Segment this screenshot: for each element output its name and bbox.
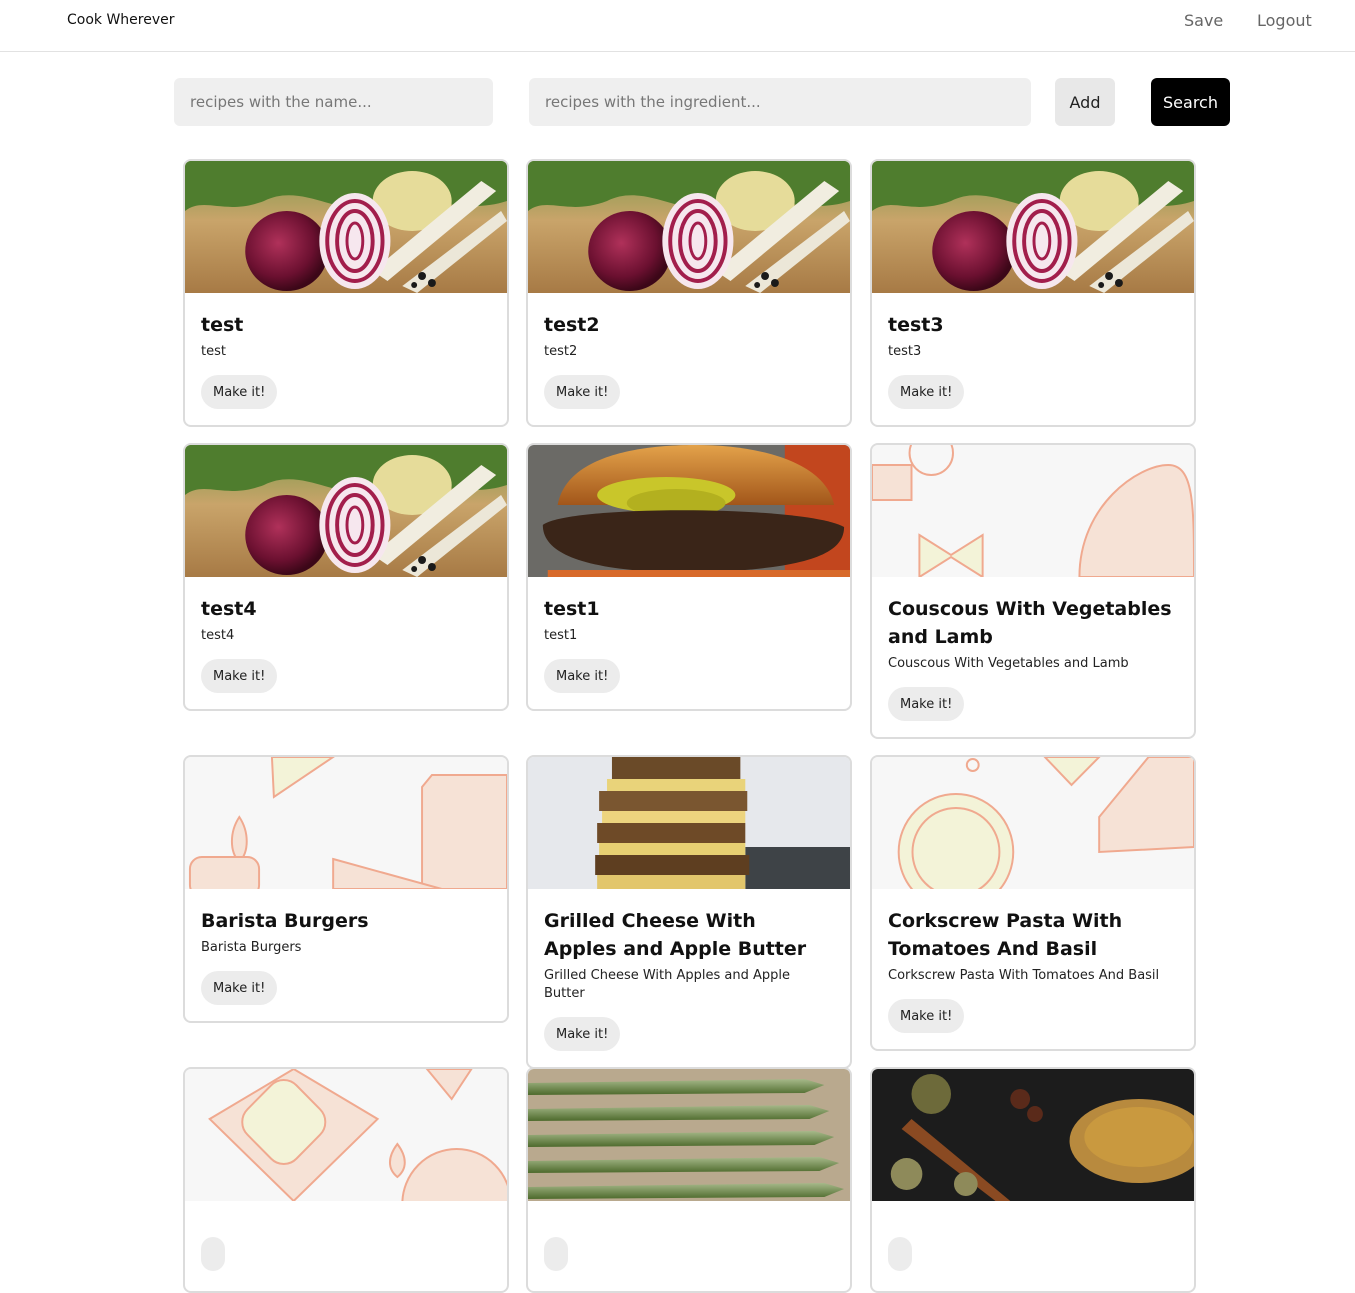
recipe-description: Grilled Cheese With Apples and Apple But… [544,968,791,1001]
recipe-card-body [185,1201,507,1291]
recipe-card-body [872,1201,1194,1291]
recipe-card-body: test1 test1 Make it! [528,577,850,709]
recipe-image [185,1069,507,1201]
recipe-description: Barista Burgers [201,940,302,955]
recipe-description: Corkscrew Pasta With Tomatoes And Basil [888,968,1160,983]
recipe-title: test3 [888,314,944,336]
recipe-card-body: Couscous With Vegetables and Lamb Couscou… [872,577,1194,737]
recipe-image [528,1069,850,1201]
top-navbar: Cook Wherever Save Logout [0,0,1355,52]
brand-link[interactable]: Cook Wherever [67,12,175,28]
make-it-button[interactable] [888,1237,912,1271]
recipe-card[interactable]: Couscous With Vegetables and Lamb Couscou… [870,443,1196,739]
recipe-card[interactable] [870,1067,1196,1293]
recipe-card[interactable]: Corkscrew Pasta With Tomatoes And Basil C… [870,755,1196,1051]
make-it-button[interactable] [544,1237,568,1271]
recipe-image [528,757,850,889]
search-button[interactable]: Search [1151,78,1230,126]
save-link[interactable]: Save [1184,11,1223,30]
recipe-title: test1 [544,598,600,620]
recipe-card-body: Corkscrew Pasta With Tomatoes And Basil C… [872,889,1194,1049]
recipe-card-body: test2 test2 Make it! [528,293,850,425]
recipe-card-body [528,1201,850,1291]
recipe-card[interactable]: test test Make it! [183,159,509,427]
recipe-title: Couscous With Vegetables and Lamb [888,598,1172,648]
make-it-button[interactable]: Make it! [201,375,278,409]
make-it-button[interactable]: Make it! [544,1017,621,1051]
recipe-card-body: test3 test3 Make it! [872,293,1194,425]
recipe-card[interactable] [183,1067,509,1293]
recipe-description: test3 [888,344,922,359]
recipe-card[interactable]: test1 test1 Make it! [526,443,852,711]
recipe-description: test2 [544,344,578,359]
recipe-description: test1 [544,628,578,643]
recipe-image [528,161,850,293]
recipe-description: test4 [201,628,235,643]
recipe-card[interactable]: test4 test4 Make it! [183,443,509,711]
make-it-button[interactable]: Make it! [888,999,965,1033]
recipe-title: test4 [201,598,257,620]
logout-link[interactable]: Logout [1257,11,1312,30]
ingredient-input[interactable] [529,78,1031,126]
recipe-card[interactable]: Grilled Cheese With Apples and Apple But… [526,755,852,1069]
recipe-image [185,445,507,577]
recipe-image [185,161,507,293]
make-it-button[interactable]: Make it! [201,659,278,693]
recipe-card[interactable]: test2 test2 Make it! [526,159,852,427]
recipe-title: test2 [544,314,600,336]
recipe-image [872,757,1194,889]
make-it-button[interactable]: Make it! [888,375,965,409]
recipe-card-body: Grilled Cheese With Apples and Apple But… [528,889,850,1067]
make-it-button[interactable]: Make it! [201,971,278,1005]
add-ingredient-button[interactable]: Add [1055,78,1115,126]
recipe-title: Corkscrew Pasta With Tomatoes And Basil [888,910,1123,960]
make-it-button[interactable]: Make it! [888,687,965,721]
recipe-description: test [201,344,226,359]
recipe-card-body: test4 test4 Make it! [185,577,507,709]
recipe-card-body: test test Make it! [185,293,507,425]
recipe-card[interactable]: test3 test3 Make it! [870,159,1196,427]
recipe-title: Grilled Cheese With Apples and Apple But… [544,910,807,960]
recipe-name-input[interactable] [174,78,493,126]
recipe-card[interactable]: Barista Burgers Barista Burgers Make it! [183,755,509,1023]
recipe-card[interactable] [526,1067,852,1293]
recipe-image [872,1069,1194,1201]
recipe-image [872,445,1194,577]
recipe-image [185,757,507,889]
make-it-button[interactable]: Make it! [544,375,621,409]
recipe-title: test [201,314,244,336]
recipe-title: Barista Burgers [201,910,369,932]
recipe-card-body: Barista Burgers Barista Burgers Make it! [185,889,507,1021]
make-it-button[interactable]: Make it! [544,659,621,693]
recipe-image [872,161,1194,293]
recipe-description: Couscous With Vegetables and Lamb [888,656,1129,671]
recipe-image [528,445,850,577]
make-it-button[interactable] [201,1237,225,1271]
